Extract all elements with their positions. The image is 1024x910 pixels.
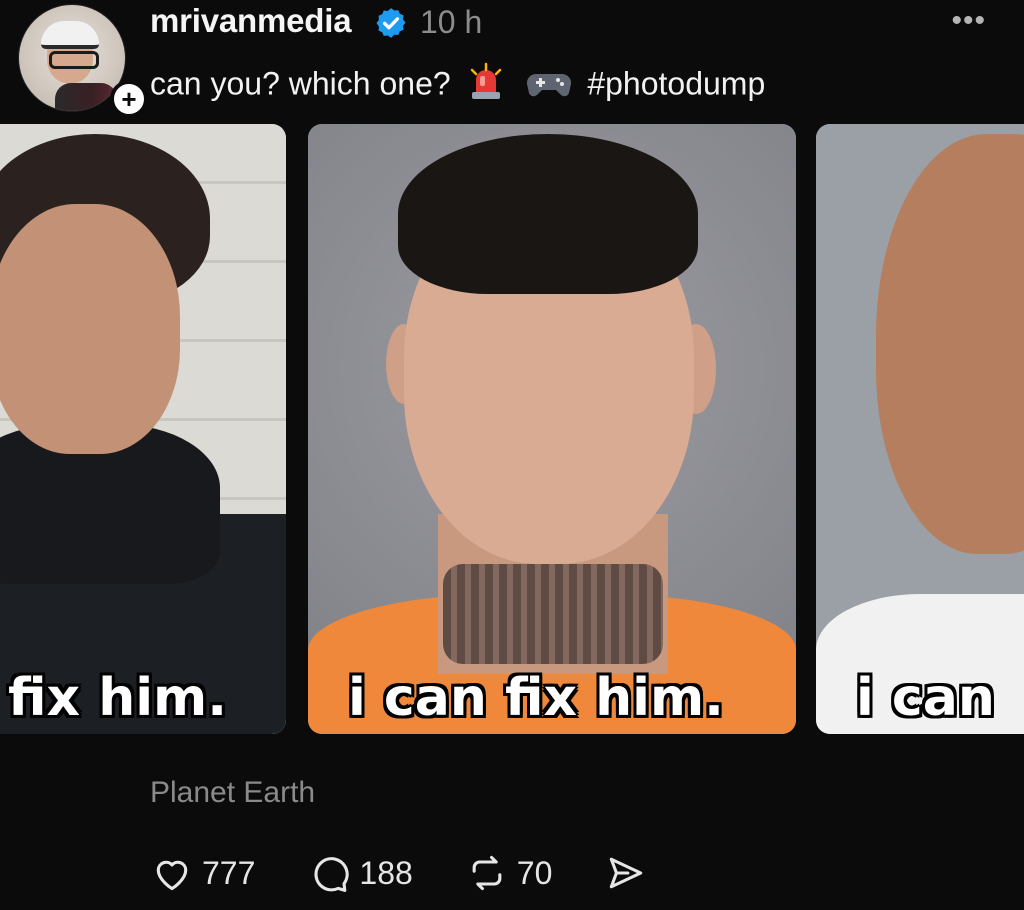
post-location[interactable]: Planet Earth <box>150 776 315 810</box>
thread-post: + mrivanmedia 10 h ••• can you? which on… <box>0 0 1024 910</box>
avatar-cap <box>41 21 99 49</box>
avatar-body <box>55 83 117 111</box>
post-timestamp: 10 h <box>420 4 483 40</box>
comment-button[interactable]: 188 <box>307 851 413 895</box>
carousel-image-3[interactable]: i can <box>816 124 1024 734</box>
like-count: 777 <box>202 854 256 891</box>
more-options-button[interactable]: ••• <box>951 4 986 38</box>
comment-bubble-icon <box>314 857 350 892</box>
carousel-image-2-caption: i can fix him. <box>348 668 724 728</box>
username[interactable]: mrivanmedia <box>150 2 352 40</box>
share-button[interactable] <box>604 851 648 895</box>
caption-hashtag[interactable]: #photodump <box>587 65 765 101</box>
verified-badge-icon <box>376 8 406 38</box>
repost-icon <box>472 855 502 891</box>
police-light-emoji-icon <box>466 62 506 110</box>
caption-text: can you? which one? <box>150 65 451 102</box>
comment-count: 188 <box>359 854 413 891</box>
action-bar: 777 188 70 <box>150 848 700 898</box>
image-carousel[interactable]: fix him. i can fix him. i can <box>0 124 1024 736</box>
avatar-glasses <box>49 51 99 69</box>
like-button[interactable]: 777 <box>150 851 255 895</box>
photo-face <box>0 204 180 454</box>
gamepad-emoji-icon <box>526 62 572 110</box>
avatar-container[interactable]: + <box>18 4 148 118</box>
carousel-image-1-caption: fix him. <box>8 668 227 728</box>
repost-button[interactable]: 70 <box>465 851 553 895</box>
photo-hair <box>398 134 698 294</box>
carousel-image-3-caption: i can <box>856 668 995 728</box>
heart-icon <box>156 860 188 891</box>
repost-count: 70 <box>516 854 553 891</box>
send-icon <box>610 857 643 889</box>
follow-button[interactable]: + <box>110 80 148 118</box>
carousel-image-1[interactable]: fix him. <box>0 124 286 734</box>
post-caption: can you? which one? #photodump <box>150 62 765 110</box>
carousel-image-2[interactable]: i can fix him. <box>308 124 796 734</box>
photo-neck-tattoo <box>443 564 663 664</box>
